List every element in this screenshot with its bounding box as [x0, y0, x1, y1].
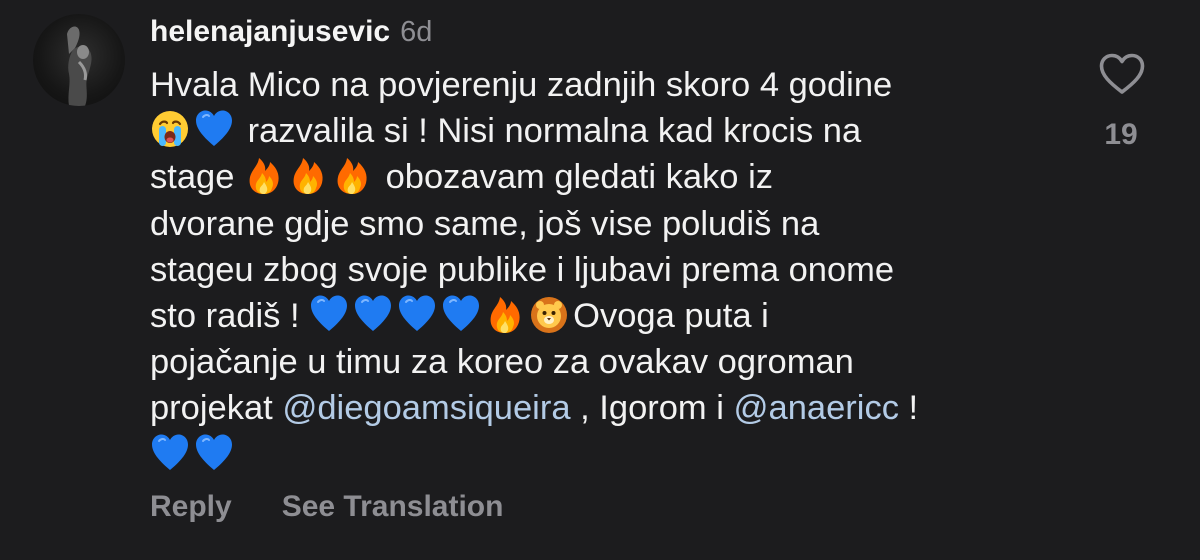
comment: helenajanjusevic 6d Hvala Mico na povjer… [0, 0, 1200, 560]
reply-button[interactable]: Reply [150, 490, 232, 524]
text-segment: pojačanje u timu za koreo za ovakav ogro… [150, 343, 854, 382]
text-segment: sto radiš ! [150, 296, 300, 335]
fire-emoji [244, 154, 284, 196]
like-count: 19 [1104, 118, 1138, 151]
text-segment: ! [908, 389, 919, 428]
heart-outline-icon[interactable] [1098, 52, 1146, 96]
fire-emoji [485, 293, 525, 335]
text-segment: stageu zbog svoje publike i ljubavi prem… [150, 250, 895, 289]
text-segment: razvalila si ! Nisi normalna kad krocis … [247, 112, 862, 151]
text-segment: obozavam gledati kako iz [385, 158, 773, 197]
lion-face-emoji [529, 293, 569, 335]
text-segment: Hvala Mico na povjerenju zadnjih skoro 4… [150, 66, 893, 104]
comment-text: Hvala Mico na povjerenju zadnjih skoro 4… [150, 62, 1050, 478]
text-segment: , Igorom i [580, 389, 724, 428]
comment-line-6: sto radiš ! Ovoga puta i [150, 293, 1050, 339]
comment-line-4: dvorane gdje smo same, još vise poludiš … [150, 201, 1050, 247]
blue-heart-emoji [194, 432, 234, 474]
like-area: 19 [1092, 52, 1152, 152]
comment-line-5: stageu zbog svoje publike i ljubavi prem… [150, 247, 1050, 293]
blue-heart-emoji [353, 293, 393, 335]
comment-line-3: stage obozavam gledati kako iz [150, 154, 1050, 200]
comment-actions: Reply See Translation [150, 490, 503, 524]
avatar-photo [67, 26, 92, 106]
comment-line-9 [150, 432, 1050, 478]
avatar[interactable] [33, 14, 125, 106]
fire-emoji [288, 154, 328, 196]
blue-heart-emoji [397, 293, 437, 335]
comment-line-1: Hvala Mico na povjerenju zadnjih skoro 4… [150, 62, 1050, 108]
comment-line-2: razvalila si ! Nisi normalna kad krocis … [150, 108, 1050, 154]
blue-heart-emoji [150, 432, 190, 474]
blue-heart-emoji [441, 293, 481, 335]
mention-link[interactable]: @anaericc [734, 389, 899, 427]
timestamp: 6d [400, 16, 433, 48]
comment-line-7: pojačanje u timu za koreo za ovakav ogro… [150, 339, 1050, 385]
mention-link[interactable]: @diegoamsiqueira [282, 389, 570, 427]
text-segment: projekat [150, 389, 273, 428]
comment-line-8: projekat @diegoamsiqueira , Igorom i @an… [150, 385, 1050, 431]
text-segment: Ovoga puta i [573, 296, 769, 335]
fire-emoji [332, 154, 372, 196]
comment-header: helenajanjusevic 6d [150, 12, 1050, 52]
crying-face-emoji [150, 108, 190, 150]
see-translation-button[interactable]: See Translation [282, 490, 504, 524]
username[interactable]: helenajanjusevic [150, 12, 390, 52]
text-segment: stage [150, 158, 235, 197]
comment-content: helenajanjusevic 6d Hvala Mico na povjer… [150, 12, 1050, 478]
blue-heart-emoji [309, 293, 349, 335]
text-segment: dvorane gdje smo same, još vise poludiš … [150, 204, 820, 243]
blue-heart-emoji [194, 108, 234, 150]
